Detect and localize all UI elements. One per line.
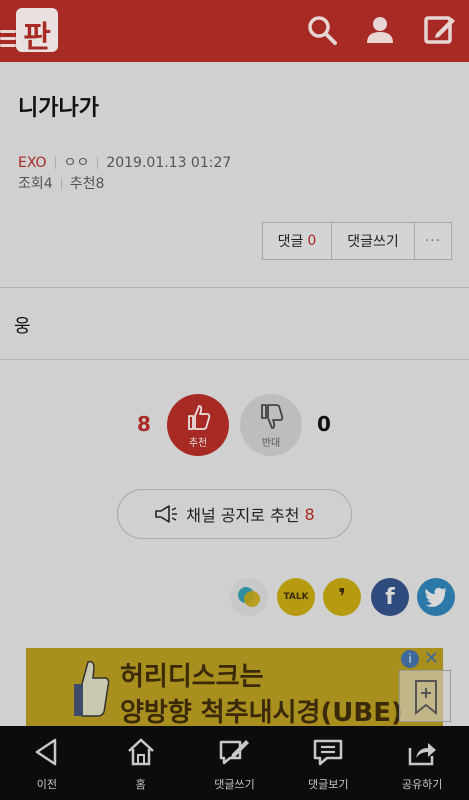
- post-title: 니가나가: [18, 96, 99, 121]
- nav-back-label: 이전: [36, 778, 58, 791]
- write-comment-icon: [220, 740, 250, 765]
- bookmark-add-icon: [415, 680, 437, 716]
- nav-view-comment[interactable]: 댓글보기: [281, 726, 375, 800]
- recommend-count: 8: [95, 176, 105, 192]
- megaphone-icon: [155, 505, 178, 523]
- divider: [0, 287, 469, 288]
- nav-share-label: 공유하기: [401, 778, 443, 791]
- nav-back[interactable]: 이전: [0, 726, 94, 800]
- nav-home-label: 홈: [135, 778, 146, 791]
- nav-view-comment-label: 댓글보기: [308, 778, 349, 791]
- post-meta: EXO ㅇㅇ 2019.01.13 01:27: [18, 152, 231, 172]
- nav-home[interactable]: 홈: [94, 726, 188, 800]
- downvote-button[interactable]: 반대: [240, 394, 302, 456]
- views-count: 4: [43, 176, 53, 192]
- author-name: ㅇㅇ: [63, 155, 90, 171]
- comment-label: 댓글: [277, 234, 304, 250]
- downvote-label: 반대: [261, 438, 281, 449]
- upvote-label: 추천: [188, 438, 208, 449]
- recommend-label: 추천: [69, 176, 96, 192]
- home-icon: [127, 738, 154, 766]
- nav-share[interactable]: 공유하기: [375, 726, 469, 800]
- divider: [0, 359, 469, 360]
- bottom-nav: 이전 홈 댓글쓰기 댓글보기 공유하기: [0, 726, 469, 800]
- post-body: 웅: [14, 316, 31, 337]
- post-content: 니가나가 EXO ㅇㅇ 2019.01.13 01:27 조회4 추천8 댓글 0 댓글…: [0, 62, 469, 726]
- views-label: 조회: [18, 176, 44, 192]
- view-comment-icon: [314, 739, 343, 766]
- downvote-count: 0: [317, 412, 331, 436]
- more-button[interactable]: ···: [414, 222, 452, 260]
- post-stats: 조회4 추천8: [18, 173, 104, 193]
- share-icon: [408, 743, 437, 766]
- kakaotalk-share-icon[interactable]: TALK: [277, 578, 315, 616]
- upvote-button[interactable]: 추천: [167, 394, 229, 456]
- thumbs-up-ad-icon: [74, 660, 110, 717]
- top-bar: 판: [0, 0, 469, 62]
- menu-icon[interactable]: [0, 30, 16, 51]
- thumbs-up-icon: [188, 405, 211, 430]
- upvote-count: 8: [137, 412, 151, 436]
- channel-notice-button[interactable]: 채널 공지로 추천 8: [117, 489, 352, 539]
- ad-close-icon[interactable]: ✕: [424, 648, 439, 669]
- nav-write-comment-label: 댓글쓰기: [214, 778, 255, 791]
- logo[interactable]: 판: [0, 6, 62, 56]
- kakaostory-share-icon[interactable]: ❜: [323, 578, 361, 616]
- kakaochannel-share-icon[interactable]: [230, 578, 268, 616]
- twitter-share-icon[interactable]: [417, 578, 455, 616]
- back-icon: [35, 738, 57, 766]
- facebook-share-icon[interactable]: f: [371, 578, 409, 616]
- user-icon[interactable]: [362, 12, 398, 48]
- bookmark-button[interactable]: [399, 670, 451, 722]
- post-actions: 댓글 0 댓글쓰기 ···: [262, 222, 452, 260]
- board-name[interactable]: EXO: [18, 155, 47, 171]
- ad-info-icon[interactable]: i: [401, 650, 419, 668]
- channel-notice-count: 8: [304, 504, 315, 524]
- search-icon[interactable]: [304, 12, 340, 48]
- write-icon[interactable]: [422, 12, 458, 48]
- comment-count: 0: [307, 233, 317, 249]
- ad-banner[interactable]: 허리디스크는 양방향 척추내시경(UBE) i ✕: [26, 648, 443, 726]
- post-date: 2019.01.13 01:27: [106, 155, 232, 171]
- ad-subheadline: 양방향 척추내시경(UBE): [120, 698, 403, 726]
- logo-text: 판: [23, 20, 51, 55]
- write-comment-button[interactable]: 댓글쓰기: [331, 222, 415, 260]
- channel-notice-label: 채널 공지로 추천: [186, 506, 300, 525]
- ad-headline: 허리디스크는: [120, 662, 264, 692]
- thumbs-down-icon: [261, 404, 284, 429]
- comment-button[interactable]: 댓글 0: [262, 222, 332, 260]
- nav-write-comment[interactable]: 댓글쓰기: [188, 726, 282, 800]
